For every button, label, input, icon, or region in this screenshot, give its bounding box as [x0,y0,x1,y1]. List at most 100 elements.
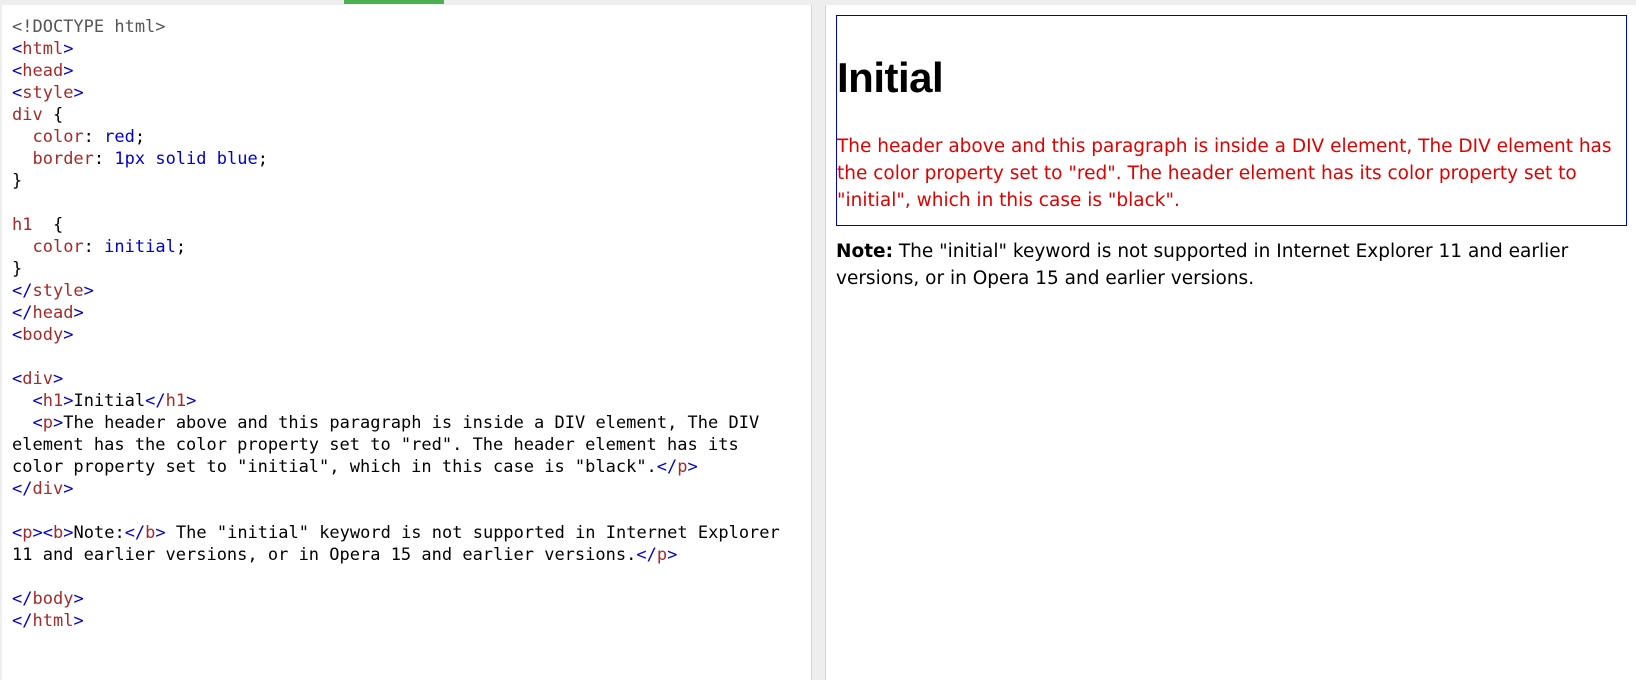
code-token: > [52,369,64,389]
code-token: < [32,413,43,433]
code-line: <!DOCTYPE html> [12,16,780,38]
code-token: </ [656,457,678,477]
code-line: <head> [12,60,780,82]
code-token: </ [12,611,33,631]
code-line: <h1>Initial</h1> [12,390,780,412]
code-token: > [687,457,698,477]
code-line: </html> [12,610,780,632]
note-paragraph: Note: The "initial" keyword is not suppo… [836,238,1616,292]
code-token: > [73,589,84,609]
code-token: The header above and this paragraph is i… [63,413,760,433]
demo-paragraph: The header above and this paragraph is i… [837,136,1612,211]
code-editor[interactable]: <!DOCTYPE html> <html> <head> <style> div { … [2,5,812,680]
code-token: border [32,149,94,169]
code-token: > [73,303,84,323]
code-token: < [12,39,23,59]
code-token: < [12,83,23,103]
code-token: < [12,369,23,389]
code-token: < [42,523,53,543]
result-preview: Initial The header above and this paragr… [825,5,1636,680]
code-token: </ [12,589,33,609]
code-token: p [677,457,688,477]
code-token: } [12,259,23,279]
code-line: } [12,170,780,192]
code-line: <style> [12,82,780,104]
code-token: Note: [73,523,125,543]
code-token: > [73,611,84,631]
code-line: } [12,258,780,280]
demo-div-box: Initial The header above and this paragr… [836,15,1627,226]
code-token: color [32,237,84,257]
code-token: > [186,391,197,411]
code-token: div [22,369,53,389]
code-token: element has the color property set to "r… [12,435,739,455]
code-token: > [73,83,84,103]
code-token: h1 [42,391,64,411]
code-token: ; [134,127,146,147]
code-token: color [32,127,84,147]
code-line: color property set to "initial", which i… [12,456,780,478]
code-token: <!DOCTYPE html> [12,17,166,37]
code-token: > [63,39,74,59]
active-tab-indicator [344,0,444,4]
code-token: style [22,83,74,103]
code-token: < [12,325,23,345]
code-line: </body> [12,588,780,610]
code-token: } [12,171,23,191]
code-line: <p>The header above and this paragraph i… [12,412,780,434]
code-token: > [63,325,74,345]
code-token: 11 and earlier versions, or in Opera 15 … [12,545,637,565]
code-token: head [32,303,74,323]
code-line: 11 and earlier versions, or in Opera 15 … [12,544,780,566]
code-line: h1 { [12,214,780,236]
code-token: b [145,523,156,543]
code-token: h1 [12,215,33,235]
code-token: > [63,61,74,81]
code-token: : [83,237,94,257]
code-line: element has the color property set to "r… [12,434,780,456]
code-token: head [22,61,64,81]
code-token: { [32,215,64,235]
code-line: <p><b>Note:</b> The "initial" keyword is… [12,522,780,544]
code-token: Initial [73,391,146,411]
code-token: body [32,589,74,609]
code-text[interactable]: <!DOCTYPE html> <html> <head> <style> div { … [12,16,780,632]
code-token: 1px solid blue [104,149,258,169]
demo-heading: Initial [837,54,944,101]
code-line: <html> [12,38,780,60]
code-line: <div> [12,368,780,390]
code-token: > [52,413,64,433]
code-token: < [12,61,23,81]
code-line: color: initial; [12,236,780,258]
code-token: > [63,391,74,411]
code-token: color property set to "initial", which i… [12,457,657,477]
code-token: initial [93,237,176,257]
code-token: html [22,39,64,59]
code-token: style [32,281,84,301]
code-token: b [53,523,64,543]
code-token: The "initial" keyword is not supported i… [165,523,780,543]
code-token: </ [12,281,33,301]
code-token: red [93,127,135,147]
code-line: <body> [12,324,780,346]
code-token: body [22,325,64,345]
code-token: p [42,413,53,433]
code-token: </ [124,523,146,543]
code-token: > [83,281,94,301]
code-token: < [12,523,23,543]
code-line: </style> [12,280,780,302]
note-text: The "initial" keyword is not supported i… [836,241,1569,289]
code-token: </ [12,479,33,499]
code-token: h1 [165,391,187,411]
code-token: </ [12,303,33,323]
code-token: p [22,523,33,543]
code-token: > [155,523,166,543]
